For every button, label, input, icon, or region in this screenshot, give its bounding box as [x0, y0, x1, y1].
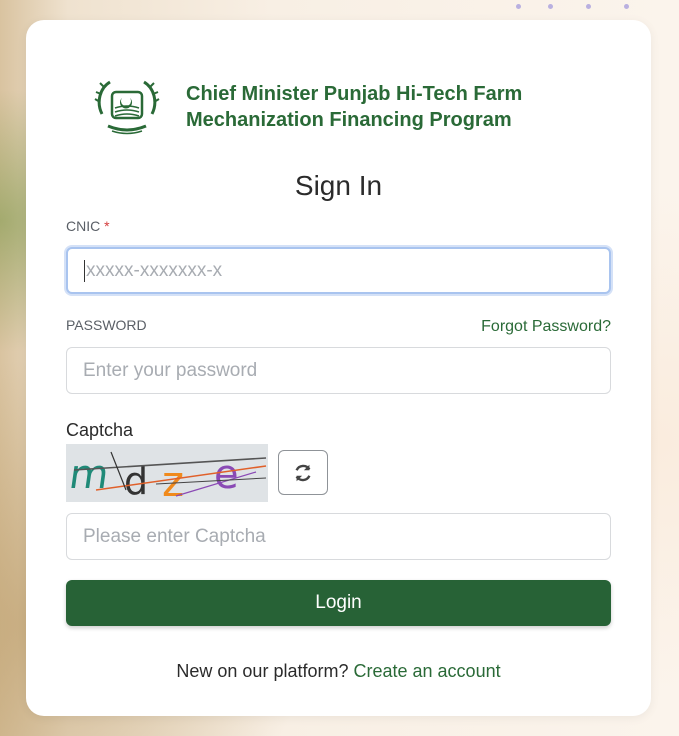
captcha-image: m d z e [66, 444, 268, 502]
refresh-icon [295, 464, 311, 481]
required-mark: * [104, 218, 110, 234]
captcha-input[interactable]: Please enter Captcha [66, 513, 611, 560]
captcha-label: Captcha [66, 420, 134, 440]
brand-header: Chief Minister Punjab Hi-Tech Farm Mecha… [92, 72, 522, 142]
cnic-label: CNIC * [66, 218, 110, 234]
cnic-placeholder: xxxxx-xxxxxxx-x [86, 259, 223, 281]
password-input[interactable]: Enter your password [66, 347, 611, 394]
program-title: Chief Minister Punjab Hi-Tech Farm Mecha… [186, 81, 522, 133]
cnic-label-text: CNIC [66, 218, 101, 234]
svg-text:m: m [66, 452, 111, 498]
captcha-placeholder: Please enter Captcha [83, 525, 266, 547]
svg-text:e: e [214, 452, 239, 498]
login-button[interactable]: Login [66, 580, 611, 626]
signup-prompt: New on our platform? Create an account [26, 661, 651, 682]
program-title-line2: Mechanization Financing Program [186, 109, 512, 131]
forgot-password-link[interactable]: Forgot Password? [481, 318, 611, 336]
punjab-emblem-icon [94, 80, 160, 135]
password-placeholder: Enter your password [83, 359, 258, 381]
cnic-input[interactable]: xxxxx-xxxxxxx-x [66, 247, 611, 294]
text-caret [84, 259, 85, 282]
program-title-line1: Chief Minister Punjab Hi-Tech Farm [186, 83, 523, 105]
refresh-captcha-button[interactable] [278, 450, 328, 495]
create-account-link[interactable]: Create an account [354, 661, 501, 681]
signup-prompt-text: New on our platform? [176, 661, 349, 681]
login-card: Chief Minister Punjab Hi-Tech Farm Mecha… [26, 20, 651, 716]
page-title: Sign In [294, 170, 383, 201]
password-label: PASSWORD [66, 317, 147, 333]
